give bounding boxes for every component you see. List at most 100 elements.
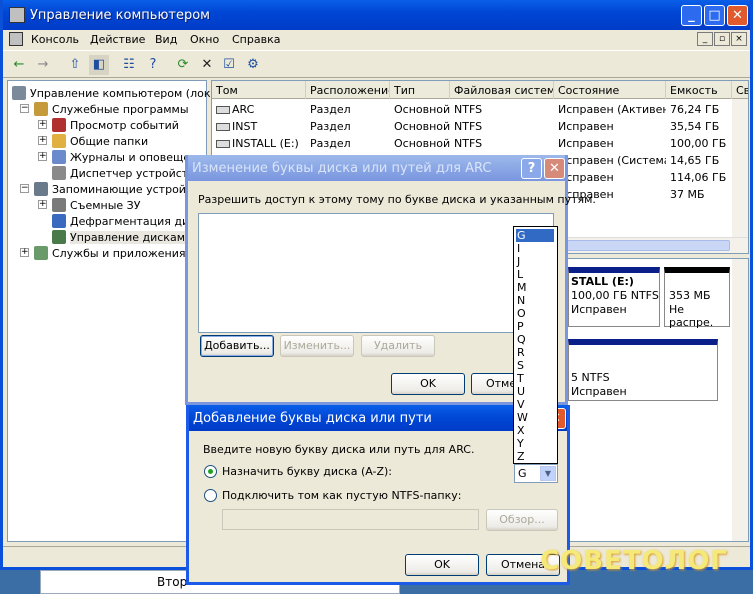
expand-icon[interactable]: + — [38, 200, 47, 209]
console-tree: Управление компьютером (локаль − Служебные… — [7, 80, 231, 542]
expand-icon[interactable]: + — [38, 120, 47, 129]
tree-node-icon — [52, 166, 66, 180]
tree-node-icon — [52, 198, 66, 212]
delete-icon[interactable]: ✕ — [197, 55, 217, 75]
remove-button[interactable]: Удалить — [361, 335, 435, 357]
column-header[interactable]: Емкость — [666, 81, 732, 99]
folder-path-input[interactable] — [222, 509, 479, 530]
add-dialog-ok-button[interactable]: OK — [405, 554, 479, 576]
drive-letter-option[interactable]: S — [516, 359, 554, 372]
drive-letter-option[interactable]: R — [516, 346, 554, 359]
maximize-button[interactable]: □ — [704, 5, 725, 26]
collapse-icon[interactable]: − — [20, 184, 29, 193]
drive-letter-option[interactable]: W — [516, 411, 554, 424]
volume-row[interactable]: INSTALL (E:) Раздел Основной NTFS Исправен 10… — [212, 135, 748, 152]
tree-item-label: Управление компьютером (локаль — [30, 87, 231, 100]
drive-letter-option[interactable]: V — [516, 398, 554, 411]
unallocated-size: 353 МБ — [669, 289, 711, 302]
volume-cell: 100,00 ГБ — [670, 137, 727, 150]
volume-cell: Исправен — [558, 137, 614, 150]
drive-letter-option[interactable]: M — [516, 281, 554, 294]
change-letter-dialog-title[interactable]: Изменение буквы диска или путей для ARC — [188, 155, 565, 181]
mdi-restore-button[interactable]: ▫ — [714, 32, 730, 46]
assign-letter-radio[interactable] — [204, 465, 217, 478]
properties-icon[interactable]: ☷ — [119, 55, 139, 75]
graphic-vscroll[interactable] — [732, 259, 748, 541]
browse-button[interactable]: Обзор... — [486, 509, 558, 531]
menu-console[interactable]: Консоль — [31, 33, 79, 46]
drive-letter-option[interactable]: G — [516, 229, 554, 242]
menu-view[interactable]: Вид — [155, 33, 177, 46]
volume-cell: 14,65 ГБ — [670, 154, 720, 167]
tree-item-label: Диспетчер устройств — [70, 167, 195, 180]
volume-cell: INSTALL (E:) — [232, 137, 299, 150]
volume-row[interactable]: ARC Раздел Основной NTFS Исправен (Активен) 7… — [212, 101, 748, 118]
back-icon[interactable]: ← — [9, 55, 29, 75]
forward-icon[interactable]: → — [33, 55, 53, 75]
drive-letter-option[interactable]: T — [516, 372, 554, 385]
drive-letter-option[interactable]: Q — [516, 333, 554, 346]
partition-system[interactable]: 5 NTFS Исправен — [568, 339, 718, 401]
change-dialog-description: Разрешить доступ к этому тому по букве д… — [198, 193, 596, 206]
add-dialog-description: Введите новую букву диска или путь для A… — [203, 443, 475, 456]
expand-icon[interactable]: + — [20, 248, 29, 257]
column-header[interactable]: Расположение — [306, 81, 390, 99]
drive-letter-option[interactable]: Z — [516, 450, 554, 463]
expand-icon[interactable]: + — [38, 136, 47, 145]
drive-letter-option[interactable]: X — [516, 424, 554, 437]
settings-icon[interactable]: ⚙ — [243, 55, 263, 75]
disk-icon — [216, 123, 230, 131]
collapse-icon[interactable]: − — [20, 104, 29, 113]
volume-list-vscroll[interactable] — [732, 99, 748, 237]
change-dialog-ok-button[interactable]: OK — [391, 373, 465, 395]
drive-letter-option[interactable]: P — [516, 320, 554, 333]
column-header[interactable]: Состояние — [554, 81, 666, 99]
drive-letter-option[interactable]: O — [516, 307, 554, 320]
drive-letter-combo[interactable]: G ▼ — [514, 464, 558, 483]
tree-node-icon — [12, 86, 26, 100]
minimize-button[interactable]: _ — [681, 5, 702, 26]
change-dialog-close-button[interactable]: ✕ — [544, 158, 565, 179]
title-bar[interactable]: Управление компьютером _ □ ✕ — [3, 0, 750, 30]
close-button[interactable]: ✕ — [727, 5, 748, 26]
mount-folder-radio[interactable] — [204, 489, 217, 502]
column-header[interactable]: Файловая система — [450, 81, 554, 99]
volume-cell: 35,54 ГБ — [670, 120, 720, 133]
checklist-icon[interactable]: ☑ — [219, 55, 239, 75]
add-letter-dialog-title[interactable]: Добавление буквы диска или пути — [189, 405, 567, 431]
partition-install-e[interactable]: STALL (E:) 100,00 ГБ NTFS Исправен — [568, 267, 660, 327]
help-icon[interactable]: ? — [143, 55, 163, 75]
up-level-icon[interactable]: ⇧ — [65, 55, 85, 75]
drive-letter-option[interactable]: J — [516, 255, 554, 268]
tree-item-label: Запоминающие устройств — [52, 183, 205, 196]
mdi-close-button[interactable]: × — [731, 32, 747, 46]
column-header[interactable]: Тип — [390, 81, 450, 99]
unallocated-space[interactable]: 353 МБ Не распре. — [664, 267, 730, 329]
change-button[interactable]: Изменить... — [280, 335, 354, 357]
disk-icon — [216, 140, 230, 148]
menu-action[interactable]: Действие — [90, 33, 145, 46]
expand-icon[interactable]: + — [38, 152, 47, 161]
tree-item-label: Служебные программы — [52, 103, 189, 116]
drive-letter-option[interactable]: I — [516, 242, 554, 255]
drive-letter-option[interactable]: Y — [516, 437, 554, 450]
drive-letter-option[interactable]: N — [516, 294, 554, 307]
volume-row[interactable]: INSTРазделОсновнойNTFSИсправен35,54 ГБ11 — [212, 118, 748, 135]
mdi-minimize-button[interactable]: _ — [697, 32, 713, 46]
drive-letter-option[interactable]: U — [516, 385, 554, 398]
tree-node-icon — [52, 150, 66, 164]
tree-item-label: Просмотр событий — [70, 119, 179, 132]
drive-letter-option[interactable]: L — [516, 268, 554, 281]
change-dialog-help-button[interactable]: ? — [521, 158, 542, 179]
refresh-icon[interactable]: ⟳ — [173, 55, 193, 75]
chevron-down-icon[interactable]: ▼ — [540, 466, 556, 481]
column-header[interactable]: Том — [212, 81, 306, 99]
letters-paths-list[interactable] — [198, 213, 554, 333]
menu-help[interactable]: Справка — [232, 33, 280, 46]
column-header[interactable]: Св — [732, 81, 748, 99]
show-tree-icon[interactable]: ◧ — [89, 55, 109, 75]
tree-node-icon — [52, 230, 66, 244]
partition-install-status: Исправен — [571, 303, 627, 316]
add-button[interactable]: Добавить... — [200, 335, 274, 357]
menu-window[interactable]: Окно — [190, 33, 219, 46]
